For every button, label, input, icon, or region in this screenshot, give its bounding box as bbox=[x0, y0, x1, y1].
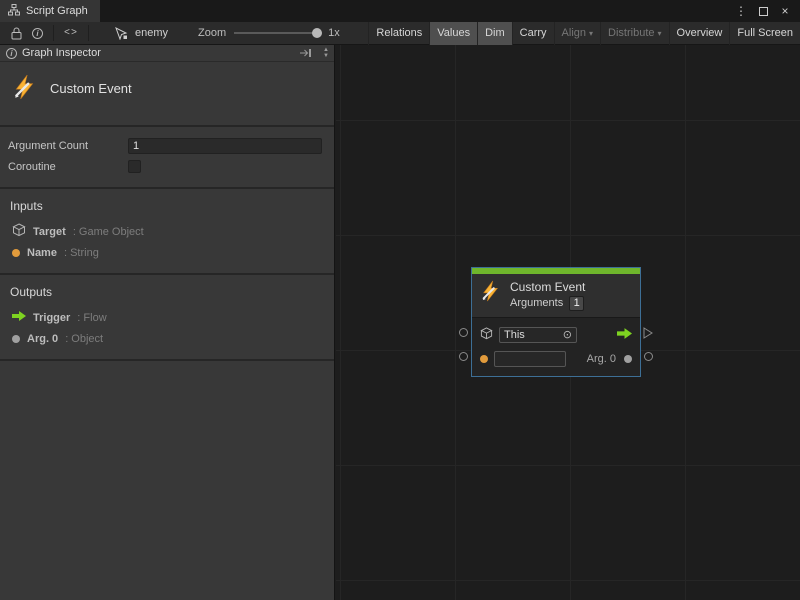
node-arguments-row: Arguments 1 bbox=[510, 295, 585, 312]
game-object-cube-icon bbox=[12, 223, 26, 240]
window-close-icon[interactable]: × bbox=[776, 2, 794, 20]
outputs-section: Outputs Trigger : Flow Arg. 0 : Object bbox=[0, 275, 334, 361]
unit-title: Custom Event bbox=[50, 81, 132, 96]
event-name-input[interactable] bbox=[494, 351, 566, 367]
inspector-toggle-icon[interactable]: i bbox=[27, 23, 48, 43]
coroutine-checkbox[interactable] bbox=[128, 160, 141, 173]
arg0-port[interactable] bbox=[644, 352, 653, 361]
output-row-arg0: Arg. 0 : Object bbox=[10, 328, 324, 349]
string-port-icon bbox=[12, 249, 20, 257]
node-header[interactable]: Custom Event Arguments 1 bbox=[472, 274, 640, 317]
info-icon: i bbox=[6, 47, 17, 59]
output-name: Trigger bbox=[33, 312, 70, 324]
node-arguments-value[interactable]: 1 bbox=[569, 296, 584, 311]
output-type: : Object bbox=[65, 333, 103, 345]
graph-name-label[interactable]: enemy bbox=[135, 27, 168, 39]
coroutine-label: Coroutine bbox=[8, 161, 128, 173]
node-body: This ⊙ Arg. 0 bbox=[472, 317, 640, 376]
custom-event-node-wrap: Custom Event Arguments 1 This ⊙ bbox=[457, 267, 655, 377]
distribute-button[interactable]: Distribute▾ bbox=[600, 22, 668, 45]
node-title: Custom Event bbox=[510, 279, 585, 295]
inputs-title: Inputs bbox=[10, 195, 324, 221]
graph-canvas[interactable]: Custom Event Arguments 1 This ⊙ bbox=[336, 45, 800, 600]
overview-button[interactable]: Overview bbox=[669, 22, 730, 45]
custom-event-icon bbox=[12, 74, 38, 103]
dock-panel-icon[interactable] bbox=[296, 48, 315, 58]
this-value: This bbox=[504, 329, 525, 341]
zoom-slider[interactable] bbox=[234, 26, 322, 40]
input-row-name: Name : String bbox=[10, 242, 324, 263]
output-row-trigger: Trigger : Flow bbox=[10, 307, 324, 328]
dim-button[interactable]: Dim bbox=[477, 22, 512, 45]
node-row-target: This ⊙ bbox=[480, 324, 632, 346]
inspector-header: i Graph Inspector ▲ ▼ bbox=[0, 45, 334, 62]
argument-count-row: Argument Count bbox=[8, 135, 322, 156]
event-fields: Argument Count Coroutine bbox=[0, 127, 334, 189]
window-maximize-icon[interactable] bbox=[754, 2, 772, 20]
carry-button[interactable]: Carry bbox=[512, 22, 554, 45]
input-type: : String bbox=[64, 247, 99, 259]
input-name: Target bbox=[33, 226, 66, 238]
zoom-label: Zoom bbox=[198, 27, 226, 39]
lock-icon[interactable] bbox=[6, 23, 27, 43]
inputs-section: Inputs Target : Game Object Name : Strin… bbox=[0, 189, 334, 275]
output-type: : Flow bbox=[77, 312, 106, 324]
node-row-arg0: Arg. 0 bbox=[480, 348, 632, 370]
tab-title: Script Graph bbox=[26, 5, 88, 17]
chevron-down-icon: ▾ bbox=[589, 29, 593, 38]
outputs-title: Outputs bbox=[10, 281, 324, 307]
zoom-slider-track[interactable] bbox=[234, 32, 322, 34]
name-port[interactable] bbox=[459, 352, 468, 361]
object-picker-icon[interactable]: ⊙ bbox=[563, 330, 572, 341]
input-type: : Game Object bbox=[73, 226, 144, 238]
input-name: Name bbox=[27, 247, 57, 259]
custom-event-icon bbox=[480, 279, 502, 306]
unit-header: Custom Event bbox=[0, 62, 334, 127]
window-controls: ⋮ × bbox=[732, 0, 800, 22]
align-button[interactable]: Align▾ bbox=[554, 22, 600, 45]
coroutine-row: Coroutine bbox=[8, 156, 322, 177]
zoom-value: 1x bbox=[328, 27, 340, 39]
node-arguments-label: Arguments bbox=[510, 295, 563, 312]
object-port-icon bbox=[624, 355, 632, 363]
fullscreen-button[interactable]: Full Screen bbox=[729, 22, 800, 45]
inspector-title: Graph Inspector bbox=[22, 47, 101, 59]
flow-arrow-icon bbox=[12, 311, 26, 324]
trigger-port[interactable] bbox=[643, 327, 653, 342]
code-view-icon[interactable]: <> bbox=[59, 23, 83, 43]
toolbar-buttons: Relations Values Dim Carry Align▾ Distri… bbox=[368, 22, 800, 45]
argument-count-input[interactable] bbox=[128, 138, 322, 154]
custom-event-node[interactable]: Custom Event Arguments 1 This ⊙ bbox=[471, 267, 641, 377]
game-object-cube-icon bbox=[480, 327, 493, 343]
string-port-icon bbox=[480, 355, 488, 363]
target-port[interactable] bbox=[459, 328, 468, 337]
input-row-target: Target : Game Object bbox=[10, 221, 324, 242]
window-titlebar: Script Graph ⋮ × bbox=[0, 0, 800, 22]
window-menu-icon[interactable]: ⋮ bbox=[732, 2, 750, 20]
chevron-down-icon: ▾ bbox=[658, 29, 662, 38]
output-name: Arg. 0 bbox=[27, 333, 58, 345]
graph-toolbar: i <> enemy Zoom 1x Relations Values Dim … bbox=[0, 22, 800, 45]
toolbar-separator bbox=[88, 25, 89, 41]
arg0-label: Arg. 0 bbox=[587, 353, 616, 365]
values-button[interactable]: Values bbox=[429, 22, 477, 45]
panel-scroll-arrows[interactable]: ▲ ▼ bbox=[320, 47, 332, 59]
graph-pointer-icon bbox=[110, 23, 133, 43]
scroll-down-icon[interactable]: ▼ bbox=[323, 53, 329, 59]
graph-inspector-panel: i Graph Inspector ▲ ▼ Custom Event Argum… bbox=[0, 45, 335, 600]
toolbar-separator bbox=[53, 25, 54, 41]
tab-script-graph[interactable]: Script Graph bbox=[0, 0, 100, 22]
object-port-icon bbox=[12, 335, 20, 343]
this-object-dropdown[interactable]: This ⊙ bbox=[499, 327, 577, 343]
argument-count-label: Argument Count bbox=[8, 140, 128, 152]
zoom-slider-knob[interactable] bbox=[312, 28, 322, 38]
script-graph-icon bbox=[8, 4, 20, 19]
flow-arrow-icon bbox=[617, 328, 632, 342]
relations-button[interactable]: Relations bbox=[368, 22, 429, 45]
